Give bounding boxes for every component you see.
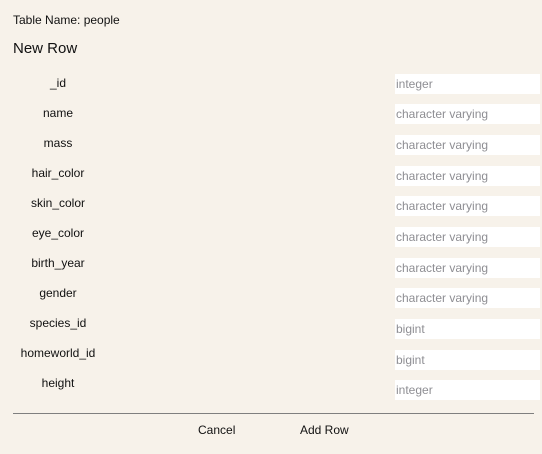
field-label-id: _id [49,76,66,90]
field-input-name[interactable] [395,104,540,124]
field-row-eye-color: eye_color [0,226,542,247]
add-row-button[interactable]: Add Row [300,423,349,438]
field-input-mass[interactable] [395,135,540,155]
cancel-button[interactable]: Cancel [198,423,235,438]
new-row-form: _id name mass hair_color skin_color eye_… [0,0,542,410]
field-row-gender: gender [0,286,542,308]
field-row-homeworld-id: homeworld_id [0,346,542,370]
field-label-gender: gender [39,286,77,300]
field-row-skin-color: skin_color [0,196,542,216]
field-input-eye-color[interactable] [395,227,540,247]
field-row-mass: mass [0,135,542,156]
field-row-hair-color: hair_color [0,166,542,186]
field-input-id[interactable] [395,74,540,94]
field-input-height[interactable] [395,380,540,400]
field-input-birth-year[interactable] [395,258,540,278]
field-input-gender[interactable] [395,288,540,308]
field-label-eye-color: eye_color [31,226,85,240]
field-label-hair-color: hair_color [31,166,85,180]
field-row-birth-year: birth_year [0,256,542,278]
field-label-skin-color: skin_color [30,196,86,210]
field-label-birth-year: birth_year [31,256,85,270]
field-input-homeworld-id[interactable] [395,350,540,370]
field-input-skin-color[interactable] [395,196,540,216]
field-row-name: name [0,104,542,126]
field-label-height: height [41,376,75,390]
field-label-mass: mass [43,136,73,150]
field-input-hair-color[interactable] [395,166,540,186]
field-row-id: _id [0,74,542,96]
field-label-name: name [42,106,74,120]
field-label-homeworld-id: homeworld_id [20,346,96,360]
field-row-height: height [0,376,542,400]
field-input-species-id[interactable] [395,319,540,339]
field-label-species-id: species_id [29,316,87,330]
field-row-species-id: species_id [0,316,542,339]
footer-divider [13,413,534,414]
